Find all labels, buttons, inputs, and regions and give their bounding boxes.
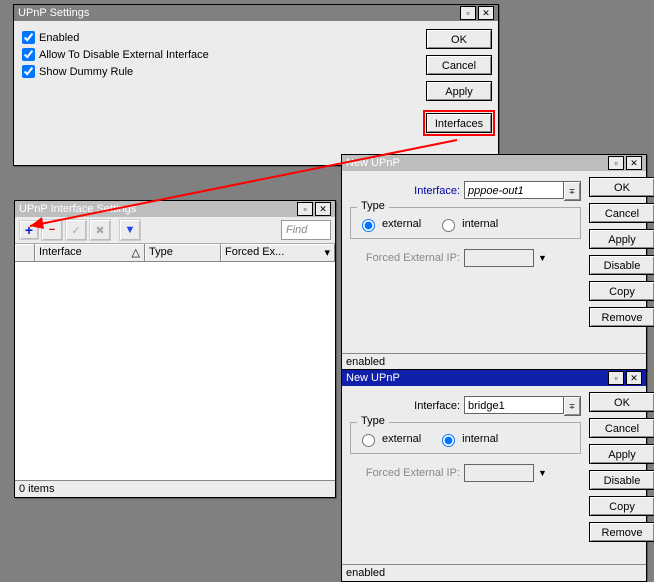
apply-button[interactable]: Apply — [589, 444, 654, 464]
radio-external[interactable]: external — [357, 431, 421, 447]
chevron-down-icon: ∓ — [564, 181, 581, 201]
minimize-icon[interactable]: ▫ — [460, 6, 476, 20]
disable-button[interactable]: Disable — [589, 255, 654, 275]
copy-button[interactable]: Copy — [589, 496, 654, 516]
copy-button[interactable]: Copy — [589, 281, 654, 301]
titlebar[interactable]: UPnP Interface Settings ▫ ✕ — [15, 201, 335, 217]
checkbox-enabled[interactable]: Enabled — [22, 31, 416, 44]
cancel-button[interactable]: Cancel — [589, 418, 654, 438]
upnp-interface-settings-window: UPnP Interface Settings ▫ ✕ + − ✓ ✖ ▼ Fi… — [14, 200, 336, 498]
window-title: New UPnP — [346, 370, 606, 386]
checkbox-show-dummy[interactable]: Show Dummy Rule — [22, 65, 416, 78]
cancel-button[interactable]: Cancel — [426, 55, 492, 75]
forced-ip-label: Forced External IP: — [350, 467, 460, 479]
col-type[interactable]: Type — [145, 244, 221, 261]
remove-button[interactable]: Remove — [589, 522, 654, 542]
col-forced[interactable]: Forced Ex...▾ — [221, 244, 335, 261]
titlebar[interactable]: UPnP Settings ▫ ✕ — [14, 5, 498, 21]
dropdown-icon[interactable]: ▼ — [538, 253, 547, 263]
close-icon[interactable]: ✕ — [315, 202, 331, 216]
chevron-down-icon: ∓ — [564, 396, 581, 416]
forced-ip-input[interactable] — [464, 249, 534, 267]
type-group-label: Type — [357, 415, 389, 427]
forced-ip-input[interactable] — [464, 464, 534, 482]
close-icon[interactable]: ✕ — [626, 371, 642, 385]
dropdown-icon[interactable]: ▼ — [538, 468, 547, 478]
new-upnp-window-1: New UPnP ▫ ✕ Interface: pppoe-out1 ∓ Typ… — [341, 154, 647, 371]
ok-button[interactable]: OK — [589, 392, 654, 412]
status-bar: enabled — [342, 564, 646, 581]
remove-button[interactable]: Remove — [589, 307, 654, 327]
list-body[interactable] — [15, 262, 335, 480]
type-group-label: Type — [357, 200, 389, 212]
radio-internal[interactable]: internal — [437, 431, 498, 447]
window-title: UPnP Interface Settings — [19, 201, 295, 217]
apply-button[interactable]: Apply — [589, 229, 654, 249]
status-bar: 0 items — [15, 480, 335, 497]
disable-button[interactable]: Disable — [589, 470, 654, 490]
enable-button[interactable]: ✓ — [65, 219, 87, 241]
titlebar[interactable]: New UPnP ▫ ✕ — [342, 155, 646, 171]
minimize-icon[interactable]: ▫ — [608, 371, 624, 385]
window-title: New UPnP — [346, 155, 606, 171]
radio-internal[interactable]: internal — [437, 216, 498, 232]
window-title: UPnP Settings — [18, 5, 458, 21]
close-icon[interactable]: ✕ — [478, 6, 494, 20]
new-upnp-window-2: New UPnP ▫ ✕ Interface: bridge1 ∓ Type e… — [341, 369, 647, 582]
col-mark[interactable] — [15, 244, 35, 261]
interfaces-button[interactable]: Interfaces — [426, 113, 492, 133]
interface-combo[interactable]: bridge1 ∓ — [464, 396, 581, 416]
checkbox-allow-disable-ext[interactable]: Allow To Disable External Interface — [22, 48, 416, 61]
ok-button[interactable]: OK — [426, 29, 492, 49]
apply-button[interactable]: Apply — [426, 81, 492, 101]
forced-ip-label: Forced External IP: — [350, 252, 460, 264]
upnp-settings-window: UPnP Settings ▫ ✕ Enabled Allow To Disab… — [13, 4, 499, 166]
remove-button[interactable]: − — [41, 219, 63, 241]
titlebar[interactable]: New UPnP ▫ ✕ — [342, 370, 646, 386]
minimize-icon[interactable]: ▫ — [297, 202, 313, 216]
interface-label: Interface: — [350, 400, 460, 412]
interface-label: Interface: — [350, 185, 460, 197]
radio-external[interactable]: external — [357, 216, 421, 232]
interface-combo[interactable]: pppoe-out1 ∓ — [464, 181, 581, 201]
minimize-icon[interactable]: ▫ — [608, 156, 624, 170]
cancel-button[interactable]: Cancel — [589, 203, 654, 223]
toolbar: + − ✓ ✖ ▼ Find — [15, 217, 335, 244]
status-bar: enabled — [342, 353, 646, 370]
ok-button[interactable]: OK — [589, 177, 654, 197]
disable-button[interactable]: ✖ — [89, 219, 111, 241]
column-headers: Interface△ Type Forced Ex...▾ — [15, 244, 335, 262]
add-button[interactable]: + — [19, 220, 39, 240]
close-icon[interactable]: ✕ — [626, 156, 642, 170]
filter-button[interactable]: ▼ — [119, 219, 141, 241]
col-interface[interactable]: Interface△ — [35, 244, 145, 261]
find-input[interactable]: Find — [281, 220, 331, 240]
